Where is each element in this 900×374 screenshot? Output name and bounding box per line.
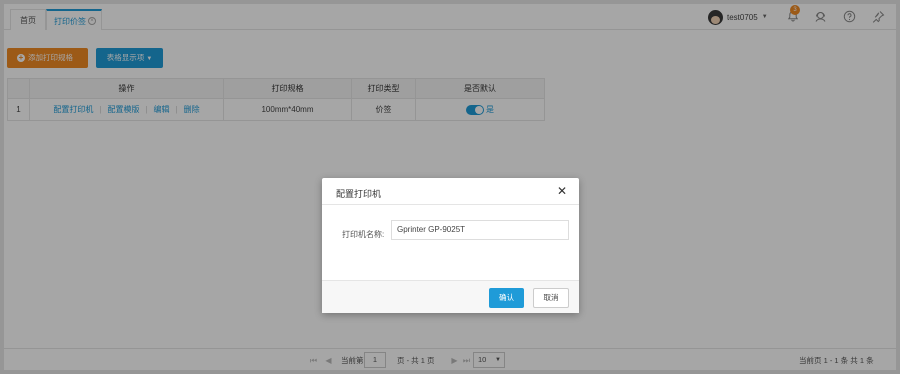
printer-name-field[interactable]: Gprinter GP-9025T [391,220,569,240]
cancel-button[interactable]: 取消 [533,288,569,308]
dialog-title: 配置打印机 [336,189,382,199]
dialog-footer: 确认 取消 [322,280,579,313]
printer-name-label: 打印机名称: [342,230,385,239]
close-icon[interactable]: ✕ [557,185,567,197]
dialog-header: 配置打印机 ✕ [322,178,579,205]
confirm-button[interactable]: 确认 [489,288,524,308]
configure-printer-dialog: 配置打印机 ✕ 打印机名称: Gprinter GP-9025T 确认 取消 [322,178,579,313]
dialog-body: 打印机名称: Gprinter GP-9025T [322,206,579,280]
